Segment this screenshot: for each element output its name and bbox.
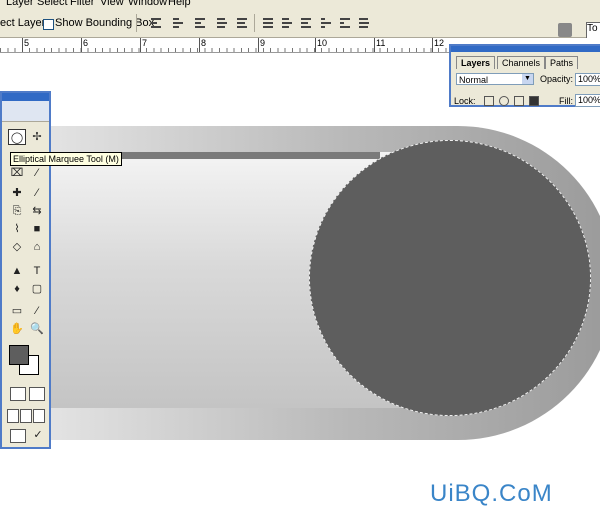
blend-mode-value: Normal bbox=[459, 75, 489, 85]
lock-move-icon[interactable] bbox=[514, 96, 524, 106]
feather-logo-icon[interactable] bbox=[2, 101, 49, 122]
blur-tool-icon[interactable]: ◇ bbox=[8, 239, 26, 255]
separator bbox=[136, 14, 137, 32]
auto-select-layer-label[interactable]: ect Layer bbox=[0, 17, 45, 29]
screen-mode-full-menu-icon[interactable] bbox=[20, 409, 32, 423]
align-top-icon[interactable] bbox=[150, 16, 162, 30]
move-tool-icon[interactable]: ✢ bbox=[28, 129, 46, 145]
lock-all-icon[interactable] bbox=[529, 96, 539, 106]
distribute-vcenter-icon[interactable] bbox=[281, 16, 293, 30]
ruler-number: 9 bbox=[260, 38, 266, 48]
options-bar: ect Layer Show Bounding Box To bbox=[0, 9, 600, 40]
ruler-number: 10 bbox=[317, 38, 328, 48]
menu-filter[interactable]: Filter bbox=[70, 0, 94, 9]
tools-palette: ◯ ✢ ⌗ ✦ ⌧ ⁄ ✚ ⁄ ⎘ ⇆ ⌇ ■ ◇ ⌂ ▲ T ♦ ▢ ▭ ⁄ … bbox=[0, 91, 51, 449]
type-tool-icon[interactable]: T bbox=[28, 263, 46, 279]
distribute-top-icon[interactable] bbox=[262, 16, 274, 30]
elliptical-selection[interactable] bbox=[309, 140, 591, 416]
menu-view[interactable]: View bbox=[100, 0, 124, 9]
notes-tool-icon[interactable]: ▭ bbox=[8, 303, 26, 319]
show-bounding-box-checkbox[interactable] bbox=[43, 19, 54, 30]
lock-label: Lock: bbox=[454, 96, 476, 106]
site-watermark: UiBQ.CoM bbox=[430, 480, 553, 507]
gradient-tool-icon[interactable]: ■ bbox=[28, 221, 46, 237]
zoom-tool-icon[interactable]: 🔍 bbox=[28, 321, 46, 337]
quick-mask-mode-icon[interactable] bbox=[29, 387, 45, 401]
align-bottom-icon[interactable] bbox=[194, 16, 206, 30]
lock-brush-icon[interactable] bbox=[499, 96, 509, 106]
show-bounding-box-label: Show Bounding Box bbox=[55, 17, 155, 29]
history-brush-tool-icon[interactable]: ⇆ bbox=[28, 203, 46, 219]
tools-title-bar[interactable] bbox=[2, 93, 49, 101]
screen-mode-full-icon[interactable] bbox=[33, 409, 45, 423]
elliptical-marquee-tool-icon[interactable]: ◯ bbox=[8, 129, 26, 145]
ruler-number: 12 bbox=[434, 38, 445, 48]
opacity-label: Opacity: bbox=[540, 74, 574, 84]
lock-transparency-icon[interactable] bbox=[484, 96, 494, 106]
tab-paths[interactable]: Paths bbox=[545, 56, 579, 69]
tab-layers[interactable]: Layers bbox=[456, 56, 496, 69]
path-selection-tool-icon[interactable]: ▲ bbox=[8, 263, 26, 279]
tool-tooltip: Elliptical Marquee Tool (M) bbox=[10, 152, 122, 166]
pen-tool-icon[interactable]: ♦ bbox=[8, 281, 26, 297]
ruler-number: 7 bbox=[142, 38, 148, 48]
fill-label: Fill: bbox=[559, 96, 573, 106]
foreground-color-swatch[interactable] bbox=[9, 345, 29, 365]
distribute-hcenter-icon[interactable] bbox=[339, 16, 351, 30]
brush-tool-icon[interactable]: ⁄ bbox=[28, 185, 46, 201]
healing-brush-tool-icon[interactable]: ✚ bbox=[8, 185, 26, 201]
slice-tool-icon[interactable]: ⁄ bbox=[28, 165, 46, 181]
tab-channels[interactable]: Channels bbox=[497, 56, 546, 69]
ruler-number: 8 bbox=[201, 38, 207, 48]
edit-checkmark-icon[interactable]: ✓ bbox=[29, 427, 47, 443]
menu-window[interactable]: Window bbox=[128, 0, 167, 9]
ruler-number: 5 bbox=[24, 38, 30, 48]
jump-to-imageready-icon[interactable] bbox=[10, 429, 26, 443]
distribute-right-icon[interactable] bbox=[358, 16, 370, 30]
align-left-icon[interactable] bbox=[216, 16, 228, 30]
menu-layer[interactable]: Layer bbox=[6, 0, 34, 9]
distribute-left-icon[interactable] bbox=[320, 16, 332, 30]
clone-stamp-tool-icon[interactable]: ⎘ bbox=[8, 203, 26, 219]
align-hcenter-icon[interactable] bbox=[236, 16, 248, 30]
crop-tool-icon[interactable]: ⌧ bbox=[8, 165, 26, 181]
printer-icon[interactable] bbox=[558, 23, 572, 37]
blend-mode-select[interactable]: Normal ▼ bbox=[456, 73, 534, 85]
ruler-number: 6 bbox=[83, 38, 89, 48]
standard-mode-icon[interactable] bbox=[10, 387, 26, 401]
eraser-tool-icon[interactable]: ⌇ bbox=[8, 221, 26, 237]
screen-mode-standard-icon[interactable] bbox=[7, 409, 19, 423]
align-vcenter-icon[interactable] bbox=[172, 16, 184, 30]
menu-bar: Layer Select Filter View Window Help bbox=[0, 0, 600, 9]
fill-field[interactable]: 100% bbox=[575, 94, 600, 107]
dodge-tool-icon[interactable]: ⌂ bbox=[28, 239, 46, 255]
layers-panel: Layers Channels Paths Normal ▼ Opacity: … bbox=[449, 44, 600, 107]
hand-tool-icon[interactable]: ✋ bbox=[8, 321, 26, 337]
shape-tool-icon[interactable]: ▢ bbox=[28, 281, 46, 297]
distribute-bottom-icon[interactable] bbox=[300, 16, 312, 30]
layers-title-bar[interactable] bbox=[451, 46, 600, 52]
opacity-field[interactable]: 100% bbox=[575, 73, 600, 86]
ruler-number: 11 bbox=[376, 38, 386, 48]
menu-select[interactable]: Select bbox=[37, 0, 68, 9]
menu-help[interactable]: Help bbox=[168, 0, 191, 9]
eyedropper-tool-icon[interactable]: ⁄ bbox=[28, 303, 46, 319]
chevron-down-icon[interactable]: ▼ bbox=[522, 74, 533, 84]
separator bbox=[254, 14, 255, 32]
